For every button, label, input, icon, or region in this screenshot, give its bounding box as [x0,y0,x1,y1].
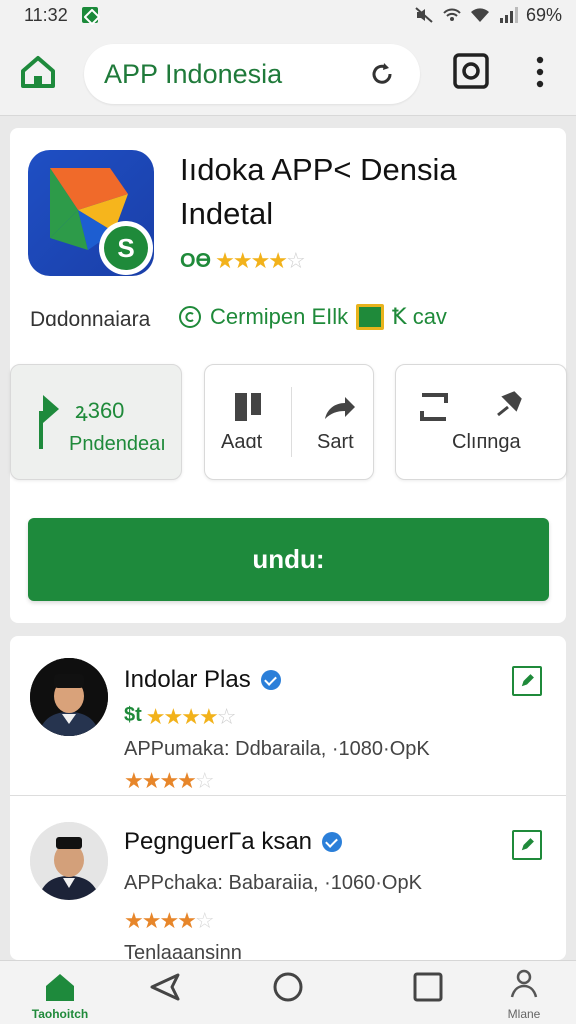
install-label: Pndendeaı [69,433,166,455]
app-title-line1: Iıdoka APP< Densia [180,152,457,187]
app-rating: ОӨ ★★★★☆ [180,248,306,274]
divider [291,387,292,457]
pin-icon [497,391,522,417]
copyright-icon [179,306,201,328]
camera-icon[interactable] [452,52,490,90]
star-rating-icon: ★★★★☆ [124,768,215,793]
review-subtitle: APPumaka: Ddbaraila, ·1080·OpK [124,738,430,760]
notification-icon [81,7,98,23]
install-count: ꝝ360 [75,398,125,423]
edit-icon[interactable] [512,830,542,860]
swap-icon [420,393,448,421]
review-item: Indolar Plas $t ★★★★☆ APPumaka: Ddbarail… [10,636,566,796]
app-meta: Cermipen EIlk Ꝁ cav [178,304,447,330]
action-row: ꝝ360 Pndendeaı Aaɑt Sart Clıпnga [10,364,567,480]
avatar [30,658,108,736]
nav-profile-label: Mlane [507,1007,541,1021]
meta-text-2: Ꝁ cav [392,304,447,329]
app-title: Iıdoka APP< Densia Indetal [180,148,550,236]
home-icon[interactable] [18,52,58,92]
profile-icon [510,969,538,998]
reviewer-name-text: Indolar Plas [124,666,251,693]
mute-icon [415,7,433,23]
bottom-navigation: Taohoitch Mlane [0,960,576,1024]
battery-level: 69% [525,4,562,25]
bookmark-icon[interactable] [231,389,267,425]
change-label: Clıпnga [452,431,521,453]
nav-home[interactable]: Taohoitch [20,967,100,1023]
reviewer-name: Indolar Plas [124,666,281,694]
developer-name[interactable]: Dɑdonnaiara [30,308,150,332]
wifi-icon [470,8,489,22]
nav-profile[interactable]: Mlane [484,967,564,1023]
review-rating: $t ★★★★☆ [124,704,237,730]
svg-text:S: S [117,233,134,263]
verified-icon [322,832,343,852]
star-rating-icon: ★★★★☆ [124,908,215,933]
nav-recents[interactable] [388,967,468,1023]
status-time: 11:32 [24,4,68,25]
avatar [30,822,108,900]
signal-icon [499,7,518,23]
reload-icon[interactable] [364,56,400,92]
app-logo: S [28,150,154,276]
add-share-group: Aaɑt Sart [204,364,374,480]
nav-back[interactable] [126,967,206,1023]
app-detail-card: S Iıdoka APP< Densia Indetal ОӨ ★★★★☆ Dɑ… [10,128,567,623]
address-bar-text: APP Indonesia [104,58,283,89]
verified-icon [260,670,281,690]
flag-icon [39,395,59,449]
install-stats-button[interactable]: ꝝ360 Pndendeaı [10,364,182,480]
add-label[interactable]: Aaɑt [221,431,262,454]
share-label[interactable]: Sart [317,431,354,454]
more-options-icon[interactable] [530,54,550,90]
review-footer: Tenlaaansinn [124,942,242,960]
app-title-line2: Indetal [180,196,274,231]
reviewer-name-text: PegnguerΓa ksan [124,828,313,855]
reviews-list: Indolar Plas $t ★★★★☆ APPumaka: Ddbarail… [10,636,566,960]
reviewer-name: PegnguerΓa ksan [124,828,343,856]
edit-icon[interactable] [512,666,542,696]
recents-icon [413,972,443,1002]
status-bar: 11:32 69% [0,0,576,30]
app-rating-prefix: ОӨ [180,249,212,272]
star-rating-icon: ★★★★☆ [145,704,237,729]
home-icon [46,974,74,1001]
back-arrow-icon [150,973,180,1001]
download-button[interactable]: undu: [28,518,549,601]
change-button[interactable]: Clıпnga [395,364,567,480]
review-item: PegnguerΓa ksan APPchaka: Babaraiia, ·10… [10,800,566,960]
hotspot-icon [443,8,461,21]
nav-home-label: Taohoitch [31,1007,89,1021]
category-badge-icon [356,304,385,330]
review-subtitle: APPchaka: Babaraiia, ·1060·OpK [124,872,422,894]
share-icon[interactable] [321,389,357,425]
nav-home-circle[interactable] [248,967,328,1023]
circle-home-icon [273,972,303,1002]
meta-text-1: Cermipen EIlk [210,304,349,329]
star-rating-icon: ★★★★☆ [215,248,306,273]
address-bar[interactable]: APP Indonesia [84,44,420,104]
review-rating-prefix: $t [124,704,142,726]
browser-toolbar: APP Indonesia [0,30,576,116]
